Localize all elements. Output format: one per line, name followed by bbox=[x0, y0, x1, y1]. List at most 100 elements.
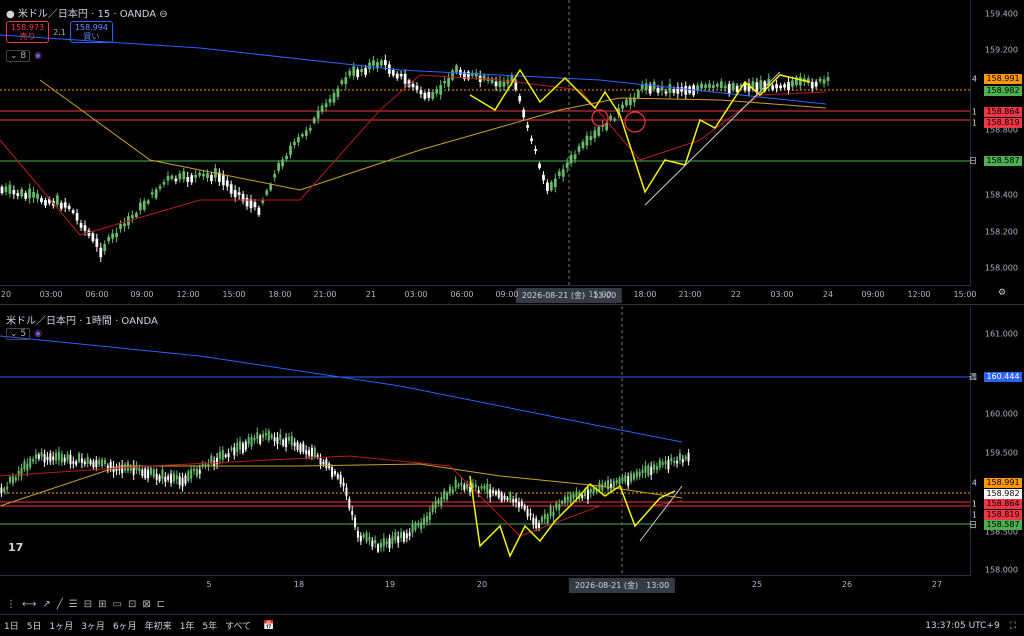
candle-body bbox=[644, 466, 647, 473]
candle-body bbox=[526, 124, 530, 128]
indicator-icon: ◉ bbox=[34, 329, 42, 339]
candle-body bbox=[810, 81, 814, 89]
candle-body bbox=[664, 91, 668, 94]
price-tag-marker: 週 bbox=[969, 372, 977, 382]
candles-1hour[interactable] bbox=[0, 306, 970, 576]
price-tag-marker: 1 bbox=[971, 107, 977, 117]
candle-body bbox=[256, 432, 259, 439]
candle-body bbox=[304, 130, 308, 136]
channel-icon[interactable]: ⊟ bbox=[84, 599, 92, 610]
sell-button[interactable]: 158.973 売り bbox=[6, 21, 50, 43]
candle-body bbox=[585, 135, 589, 146]
candle-body bbox=[99, 247, 103, 258]
candle-body bbox=[273, 174, 277, 178]
candle-body bbox=[72, 461, 75, 464]
candle-body bbox=[624, 475, 627, 482]
candle-body bbox=[158, 475, 161, 482]
candle-body bbox=[149, 467, 152, 475]
pitchfork-icon[interactable]: ⊞ bbox=[98, 599, 106, 610]
chart-pane-1hour[interactable]: 米ドル／日本円 · 1時間 · OANDA ⌄ 5 ◉ 17 161.000 16… bbox=[0, 306, 1024, 594]
frame-icon[interactable]: ⊏ bbox=[157, 599, 165, 610]
candle-body bbox=[532, 517, 535, 525]
indicator-icon: ◉ bbox=[34, 51, 42, 61]
candle-body bbox=[0, 186, 4, 194]
range-button[interactable]: すべて bbox=[221, 619, 255, 632]
candle-body bbox=[28, 188, 32, 199]
chart-pane-15min[interactable]: ● 米ドル／日本円 · 15 · OANDA ⊖ 158.973 売り 2.1 … bbox=[0, 0, 1024, 305]
candle-body bbox=[621, 104, 624, 109]
candle-body bbox=[331, 467, 334, 477]
candle-body bbox=[66, 454, 69, 461]
fullscreen-icon[interactable]: ⛶ bbox=[1010, 621, 1016, 631]
candle-body bbox=[553, 178, 557, 188]
candle-body bbox=[621, 477, 624, 482]
candle-body bbox=[647, 465, 650, 476]
line-tool-icon[interactable]: ⟷ bbox=[22, 599, 36, 610]
candle-body bbox=[563, 497, 566, 504]
price-axis-15min[interactable]: 159.400159.200159.000158.800158.600158.4… bbox=[969, 0, 1024, 286]
candle-body bbox=[431, 92, 435, 99]
candle-body bbox=[535, 518, 538, 529]
time-tick: 24 bbox=[822, 290, 834, 299]
candle-body bbox=[92, 461, 95, 468]
symbol-title-1hour[interactable]: 米ドル／日本円 · 1時間 · OANDA bbox=[6, 312, 158, 327]
time-tick: 03:00 bbox=[770, 290, 794, 299]
candle-body bbox=[672, 89, 676, 93]
candle-body bbox=[198, 469, 201, 474]
candle-body bbox=[71, 210, 75, 213]
candle-body bbox=[538, 522, 541, 529]
candle-body bbox=[333, 471, 336, 475]
candle-body bbox=[241, 443, 244, 453]
pattern-icon[interactable]: ⊡ bbox=[128, 599, 136, 610]
candle-body bbox=[477, 490, 480, 494]
price-tag: 158.587 bbox=[984, 156, 1022, 166]
symbol-title-15min[interactable]: ● 米ドル／日本円 · 15 · OANDA ⊖ bbox=[6, 5, 168, 20]
candle-body bbox=[172, 473, 175, 482]
range-button[interactable]: 5年 bbox=[198, 619, 221, 632]
range-button[interactable]: 5日 bbox=[23, 619, 46, 632]
indicator-toggle-15min[interactable]: ⌄ 8 ◉ bbox=[6, 50, 42, 62]
candle-body bbox=[250, 437, 253, 447]
ray-tool-icon[interactable]: ↗ bbox=[42, 599, 50, 610]
measure-icon[interactable]: ⊠ bbox=[142, 599, 150, 610]
candle-body bbox=[500, 492, 503, 502]
candle-body bbox=[575, 491, 578, 498]
range-button[interactable]: 6ヶ月 bbox=[109, 619, 141, 632]
candle-body bbox=[644, 83, 648, 90]
candle-body bbox=[44, 199, 47, 206]
price-axis-1hour[interactable]: 161.000 160.000 159.500 158.500 158.000 160.4… bbox=[969, 306, 1024, 576]
time-axis-1hour[interactable]: 2026-08-21 (金) 13:00 5 18 19 20 25 26 27 bbox=[0, 575, 970, 594]
indicator-toggle-1hour[interactable]: ⌄ 5 ◉ bbox=[6, 328, 42, 340]
candle-body bbox=[308, 450, 311, 456]
candle-body bbox=[245, 198, 249, 207]
range-button[interactable]: 3ヶ月 bbox=[77, 619, 109, 632]
candle-body bbox=[506, 497, 509, 501]
collapse-icon[interactable]: ⊖ bbox=[159, 9, 167, 20]
ma-red-line bbox=[0, 74, 827, 236]
range-button[interactable]: 1ヶ月 bbox=[45, 619, 77, 632]
candle-body bbox=[518, 95, 522, 102]
price-tag: 158.587 bbox=[984, 520, 1022, 530]
plot-area-15min[interactable]: ● 米ドル／日本円 · 15 · OANDA ⊖ 158.973 売り 2.1 … bbox=[0, 0, 971, 286]
buy-button[interactable]: 158.994 買い bbox=[69, 21, 113, 43]
settings-icon[interactable]: ⚙ bbox=[998, 288, 1006, 298]
candle-body bbox=[592, 487, 595, 494]
calendar-icon[interactable]: 📅 bbox=[263, 621, 274, 631]
range-button[interactable]: 1年 bbox=[176, 619, 199, 632]
candle-body bbox=[371, 540, 374, 547]
trendline-icon[interactable]: ╱ bbox=[57, 599, 63, 610]
candles-15min[interactable] bbox=[0, 0, 970, 286]
candle-body bbox=[420, 522, 423, 530]
range-button[interactable]: 年初来 bbox=[141, 619, 176, 632]
range-button[interactable]: 1日 bbox=[0, 619, 23, 632]
fib-icon[interactable]: ☰ bbox=[69, 599, 78, 610]
time-tick: 15:00 bbox=[588, 290, 612, 299]
candle-body bbox=[79, 223, 83, 228]
plot-area-1hour[interactable]: 米ドル／日本円 · 1時間 · OANDA ⌄ 5 ◉ 17 bbox=[0, 306, 971, 576]
cursor-icon[interactable]: ⋮ bbox=[6, 599, 16, 610]
rectangle-icon[interactable]: ▭ bbox=[113, 599, 122, 610]
clock[interactable]: 13:37:05 UTC+9 bbox=[925, 621, 999, 631]
candle-body bbox=[34, 454, 37, 459]
time-axis-15min[interactable]: 2026-08-21 (金) 13:00 ⚙ 20 03:00 06:00 09:00… bbox=[0, 285, 1006, 304]
candle-body bbox=[523, 505, 526, 510]
